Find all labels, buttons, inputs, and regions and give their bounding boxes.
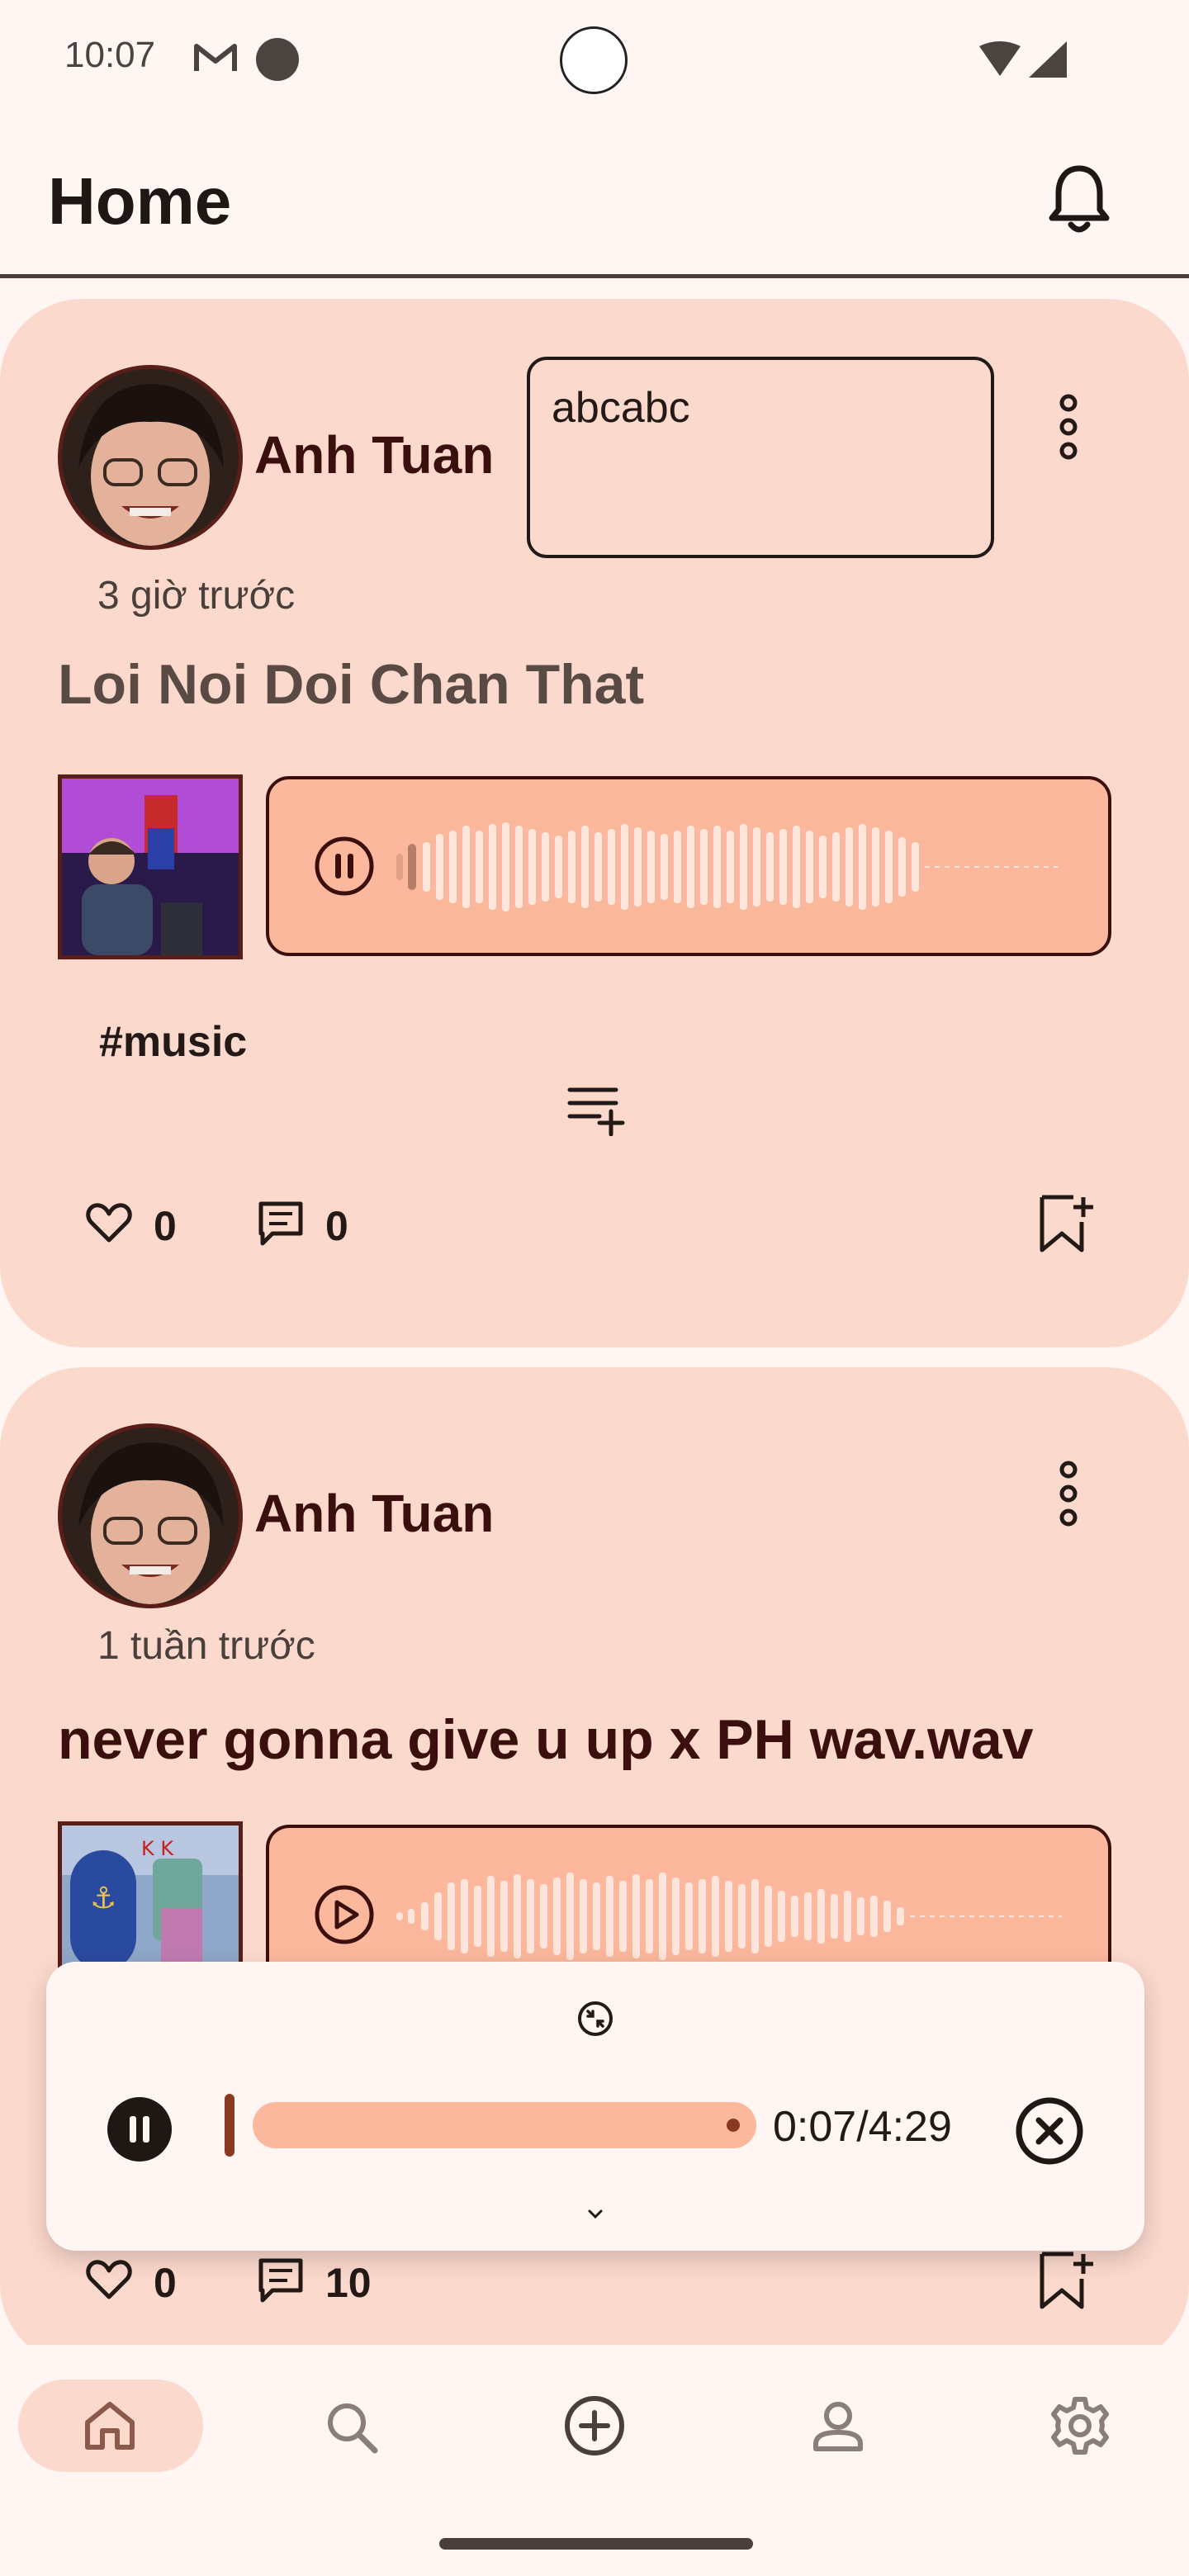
add-to-playlist-icon[interactable] xyxy=(566,1083,626,1136)
pause-icon[interactable] xyxy=(312,834,377,898)
profile-icon[interactable] xyxy=(812,2399,864,2452)
waveform[interactable] xyxy=(393,784,1078,949)
avatar-photo xyxy=(62,369,239,546)
comment-input[interactable]: abcabc xyxy=(527,357,994,558)
signal-icon xyxy=(1029,41,1067,78)
search-icon[interactable] xyxy=(324,2399,380,2455)
home-icon[interactable] xyxy=(83,2399,137,2452)
bookmark-add-icon[interactable] xyxy=(1037,1192,1098,1255)
header-divider xyxy=(0,274,1189,278)
thumbnail-image xyxy=(62,779,239,955)
more-options-icon[interactable] xyxy=(1044,390,1093,464)
status-time: 10:07 xyxy=(64,35,156,75)
avatar-photo xyxy=(62,1428,239,1604)
author-avatar[interactable] xyxy=(58,1423,243,1608)
playback-time: 0:07/4:29 xyxy=(773,2103,952,2151)
page-title: Home xyxy=(48,164,232,238)
like-heart-icon[interactable] xyxy=(86,2259,132,2300)
home-indicator[interactable] xyxy=(439,2538,753,2550)
post-time: 1 tuần trước xyxy=(97,1624,315,1668)
hashtag-music[interactable]: #music xyxy=(99,1017,247,1067)
thumbnail-image: ⚓ K K xyxy=(62,1825,239,1966)
progress-handle[interactable] xyxy=(225,2094,234,2157)
svg-text:⚓: ⚓ xyxy=(90,1882,116,1915)
play-icon[interactable] xyxy=(312,1882,377,1947)
comment-count: 10 xyxy=(325,2260,372,2306)
svg-text:K K: K K xyxy=(141,1837,174,1860)
post-title[interactable]: Loi Noi Doi Chan That xyxy=(58,652,644,717)
notification-dot-icon xyxy=(256,38,299,81)
comment-icon[interactable] xyxy=(256,1199,306,1248)
like-count: 0 xyxy=(154,1203,177,1249)
comment-icon[interactable] xyxy=(256,2256,306,2305)
audio-player[interactable] xyxy=(266,1825,1111,1970)
post-title[interactable]: never gonna give u up x PH wav.wav xyxy=(58,1707,1034,1772)
comment-count: 0 xyxy=(325,1203,348,1249)
author-name[interactable]: Anh Tuan xyxy=(254,424,494,485)
post-time: 3 giờ trước xyxy=(97,574,296,618)
like-heart-icon[interactable] xyxy=(86,1202,132,1243)
track-thumbnail[interactable] xyxy=(58,774,243,959)
bookmark-add-icon[interactable] xyxy=(1037,2249,1098,2312)
progress-track[interactable] xyxy=(253,2102,756,2148)
wifi-icon xyxy=(979,41,1021,76)
waveform[interactable] xyxy=(393,1833,1078,1970)
collapse-icon[interactable] xyxy=(576,2000,614,2038)
progress-end-dot xyxy=(727,2119,740,2132)
gmail-icon xyxy=(194,44,237,71)
more-options-icon[interactable] xyxy=(1044,1456,1093,1531)
author-avatar[interactable] xyxy=(58,365,243,550)
expand-chevron-icon[interactable] xyxy=(585,2206,606,2223)
close-player-icon[interactable] xyxy=(1014,2095,1085,2166)
like-count: 0 xyxy=(154,2260,177,2306)
notification-bell-icon[interactable] xyxy=(1049,162,1110,236)
settings-gear-icon[interactable] xyxy=(1050,2396,1110,2455)
create-post-icon[interactable] xyxy=(563,2394,626,2457)
author-name[interactable]: Anh Tuan xyxy=(254,1483,494,1544)
mini-pause-button[interactable] xyxy=(106,2095,173,2163)
track-thumbnail[interactable]: ⚓ K K xyxy=(58,1821,243,1970)
camera-cutout xyxy=(560,26,628,94)
audio-player[interactable] xyxy=(266,776,1111,956)
